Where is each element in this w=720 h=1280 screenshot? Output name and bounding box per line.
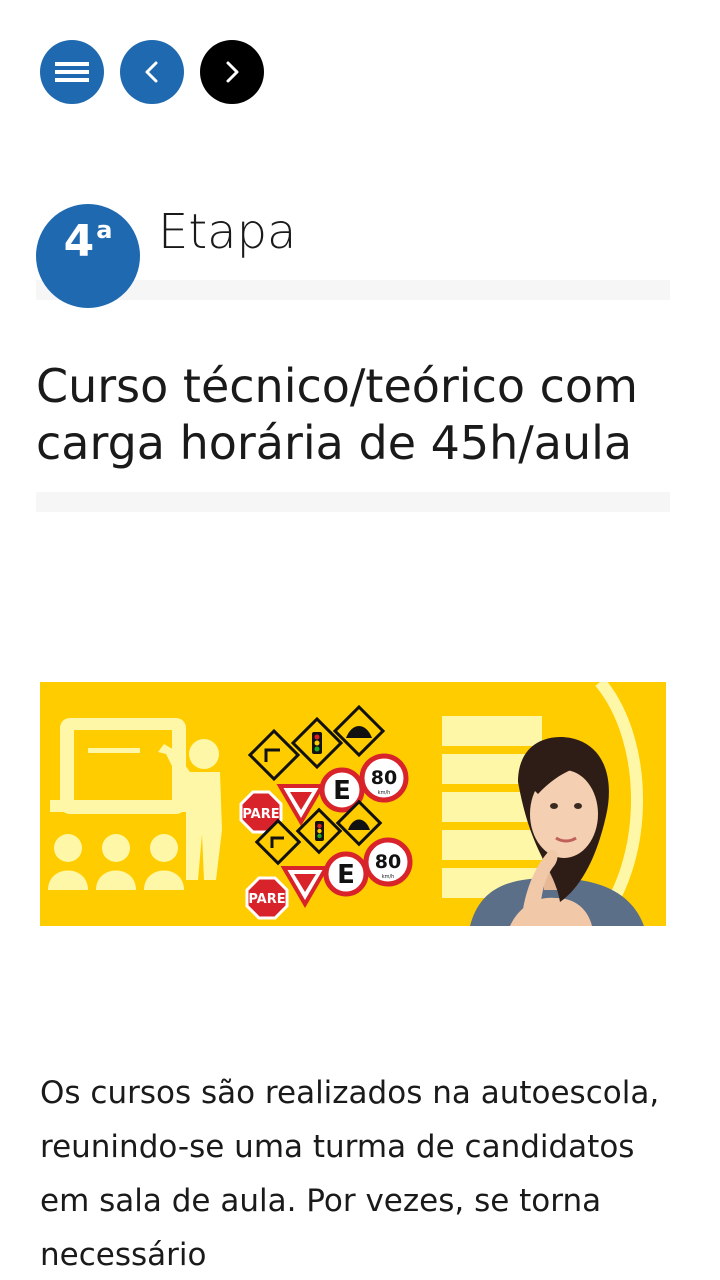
hamburger-menu-icon bbox=[55, 62, 89, 82]
speed-limit-text: 80 bbox=[371, 767, 397, 789]
page: 4 a Etapa Curso técnico/teórico com carg… bbox=[0, 0, 720, 1280]
step-title: Etapa bbox=[158, 204, 297, 260]
step-number: 4 bbox=[63, 216, 95, 267]
speed-unit-text: km/h bbox=[382, 874, 395, 880]
chevron-left-icon bbox=[145, 61, 158, 83]
course-banner-image: PARE E 80 km/h PARE E 80 km/h bbox=[40, 682, 666, 926]
previous-button[interactable] bbox=[120, 40, 184, 104]
banner-illustration: PARE E 80 km/h PARE E 80 km/h bbox=[40, 682, 666, 926]
next-button[interactable] bbox=[200, 40, 264, 104]
course-heading: Curso técnico/teórico com carga horária … bbox=[36, 359, 638, 470]
chevron-right-icon bbox=[226, 61, 239, 83]
parking-sign-text: E bbox=[333, 776, 351, 806]
menu-button[interactable] bbox=[40, 40, 104, 104]
section-divider bbox=[36, 492, 670, 512]
speed-limit-text: 80 bbox=[375, 851, 401, 873]
speed-unit-text: km/h bbox=[378, 790, 391, 796]
pare-sign-text: PARE bbox=[248, 892, 285, 907]
step-ordinal: a bbox=[96, 216, 113, 244]
parking-sign-text: E bbox=[337, 860, 355, 890]
course-description: Os cursos são realizados na autoescola, … bbox=[40, 1075, 660, 1273]
step-number-badge: 4 a bbox=[36, 204, 140, 308]
pare-sign-text: PARE bbox=[242, 807, 279, 822]
